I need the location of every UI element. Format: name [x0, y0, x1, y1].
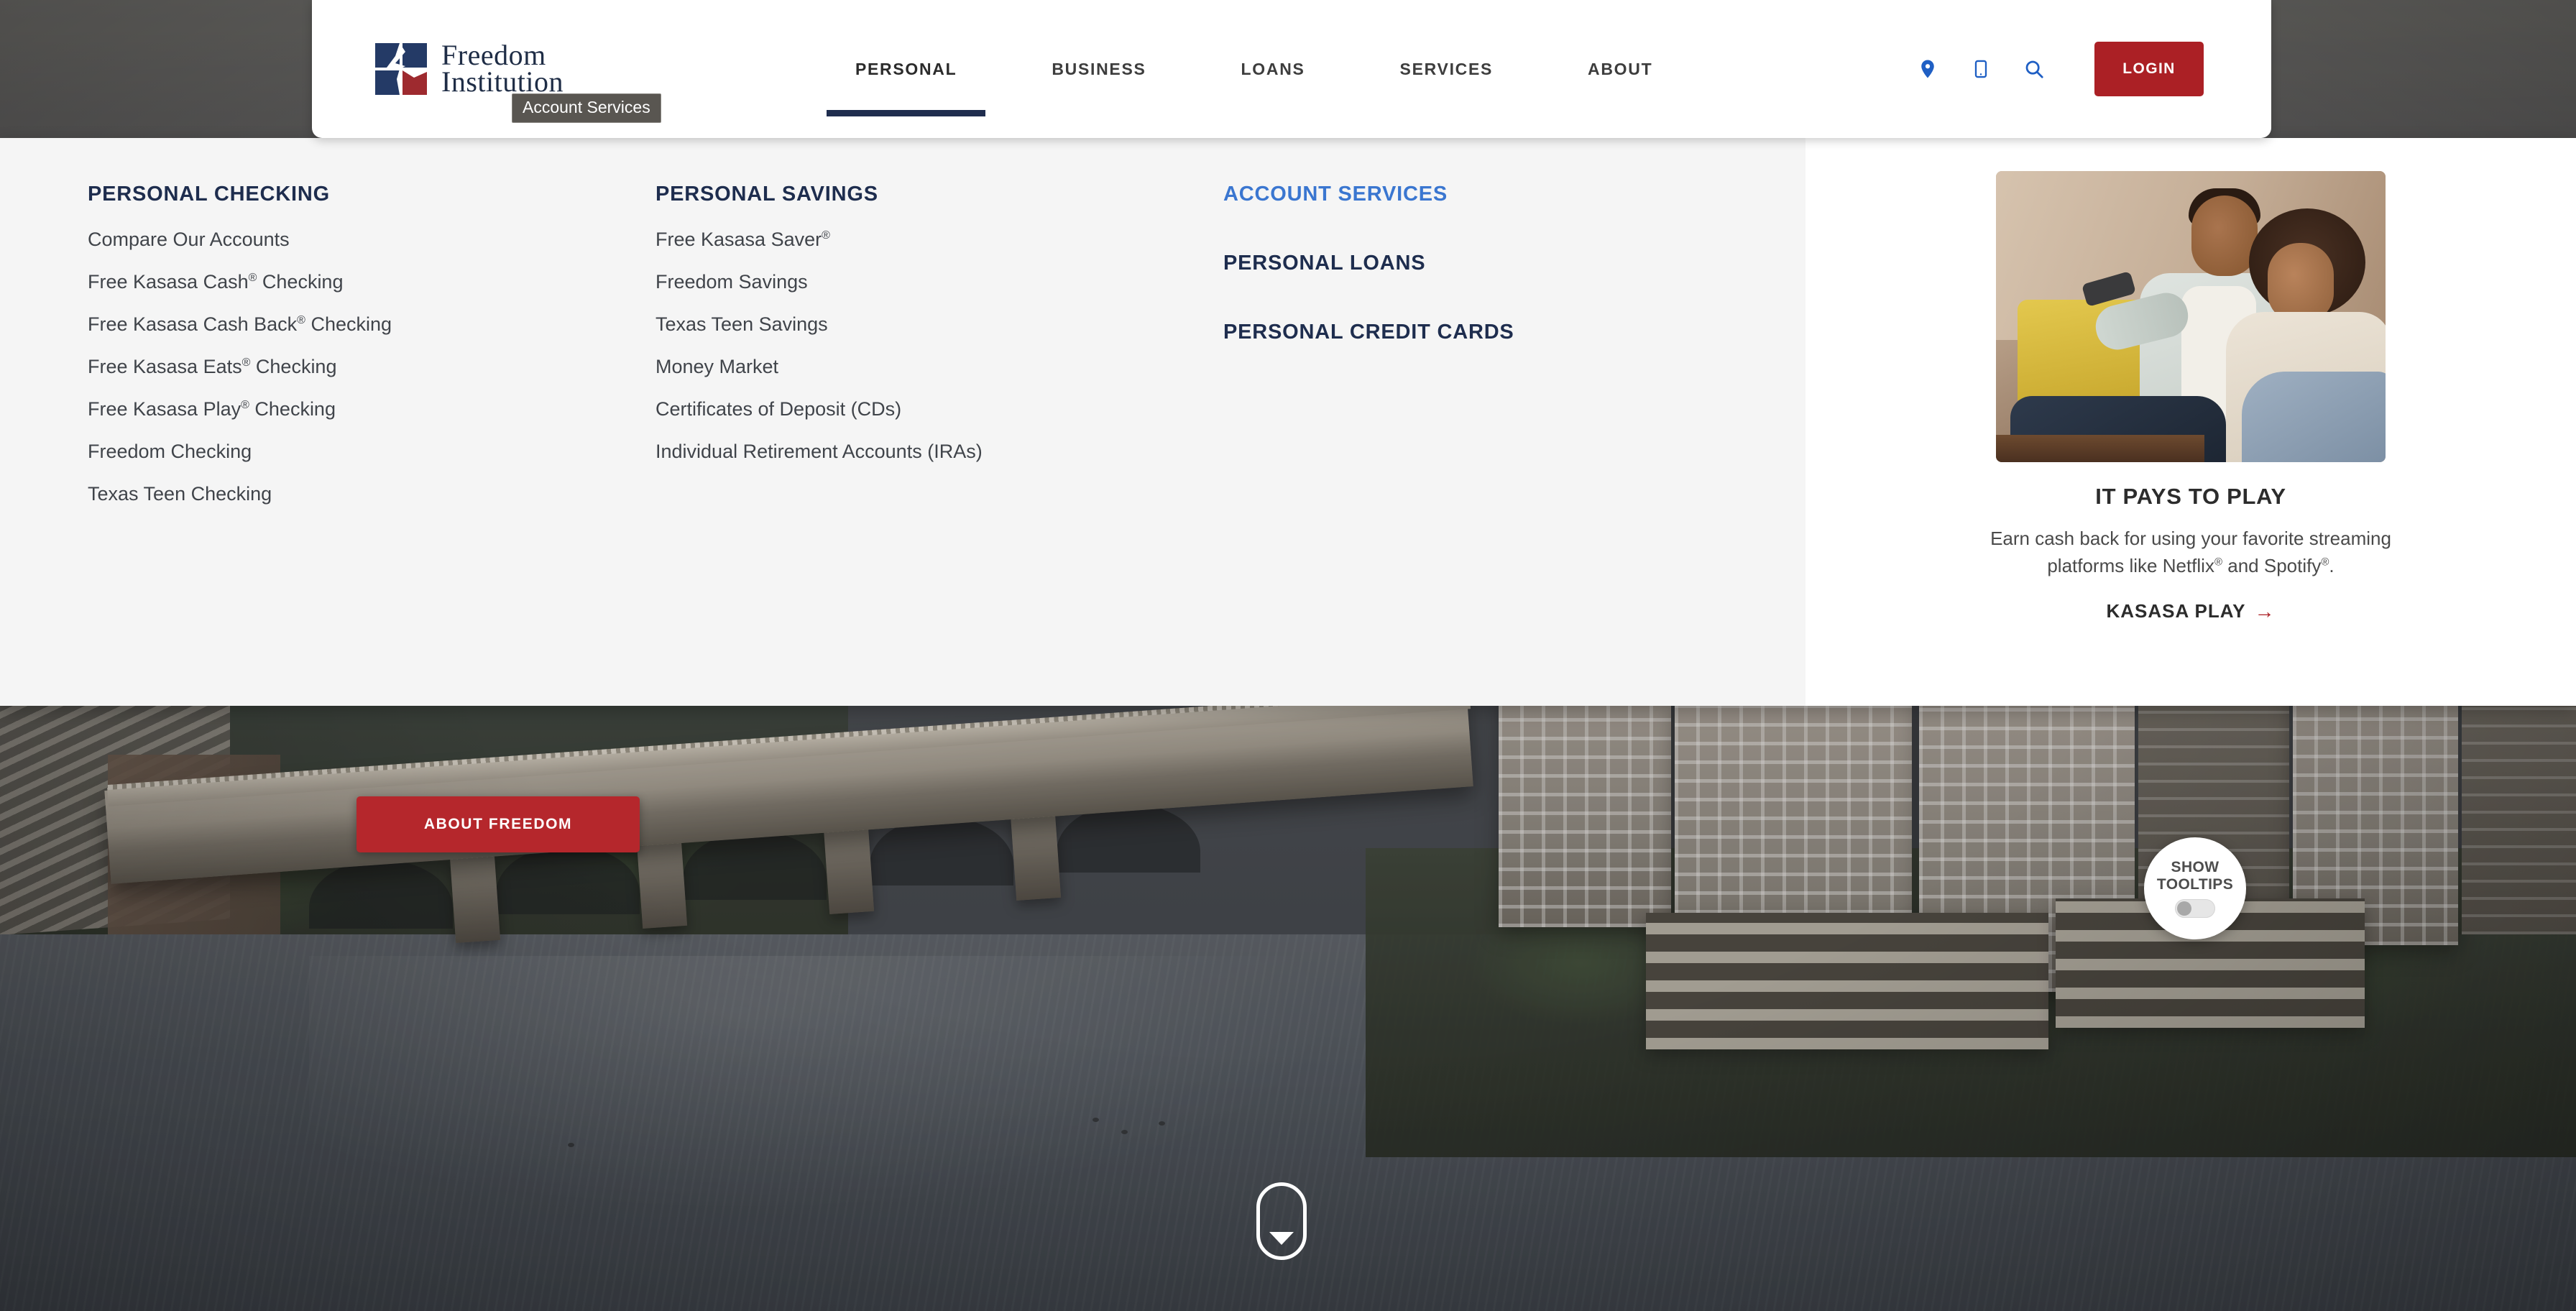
scroll-down-indicator[interactable]	[1256, 1182, 1307, 1260]
promo-body-line3-post: .	[2329, 554, 2334, 576]
promo-image-man-head	[2191, 196, 2258, 276]
menu-link-texas-teen-checking[interactable]: Texas Teen Checking	[88, 484, 656, 504]
freedom-institution-logo-icon	[374, 42, 428, 96]
mobile-phone-icon[interactable]	[1966, 55, 1995, 83]
promo-body-line3-pre: Spotify	[2263, 554, 2322, 576]
mega-menu-column-groups: ACCOUNT SERVICES PERSONAL LOANS PERSONAL…	[1223, 183, 1683, 706]
menu-link-text: Free Kasasa Eats	[88, 356, 242, 377]
registered-mark: ®	[241, 399, 249, 411]
main-navigation: PERSONAL BUSINESS LOANS SERVICES ABOUT	[808, 0, 1700, 138]
location-pin-icon[interactable]	[1913, 55, 1942, 83]
column-heading-personal-checking[interactable]: PERSONAL CHECKING	[88, 183, 656, 206]
menu-link-text: Free Kasasa Cash	[88, 271, 249, 293]
menu-link-text: Compare Our Accounts	[88, 229, 290, 250]
menu-link-freedom-savings[interactable]: Freedom Savings	[656, 272, 1223, 292]
arrow-right-icon: →	[2254, 599, 2276, 622]
show-tooltips-label-line1: SHOW	[2171, 859, 2220, 876]
menu-link-free-kasasa-saver[interactable]: Free Kasasa Saver®	[656, 230, 1223, 249]
mega-menu-promo-panel: IT PAYS TO PLAY Earn cash back for using…	[1806, 138, 2576, 706]
nav-item-loans[interactable]: LOANS	[1213, 0, 1334, 138]
page-root: and can do the most good. ABOUT FREEDOM …	[0, 0, 2576, 1311]
registered-mark: ®	[2214, 556, 2223, 569]
menu-link-free-kasasa-cash-checking[interactable]: Free Kasasa Cash® Checking	[88, 272, 656, 292]
registered-mark: ®	[2321, 556, 2329, 569]
show-tooltips-widget[interactable]: SHOW TOOLTIPS	[2144, 837, 2246, 939]
login-button[interactable]: LOGIN	[2094, 42, 2204, 96]
mega-menu-links-area: PERSONAL CHECKING Compare Our Accounts F…	[0, 138, 1806, 706]
registered-mark: ®	[297, 314, 305, 326]
promo-image-couple-on-couch	[1996, 171, 2386, 462]
menu-link-text: Texas Teen Checking	[88, 483, 272, 505]
menu-link-freedom-checking[interactable]: Freedom Checking	[88, 442, 656, 461]
nav-item-business[interactable]: BUSINESS	[1023, 0, 1174, 138]
show-tooltips-toggle[interactable]	[2175, 898, 2215, 918]
menu-link-text: Individual Retirement Accounts (IRAs)	[656, 441, 983, 462]
hover-tooltip: Account Services	[512, 93, 661, 123]
chevron-down-icon	[1269, 1232, 1294, 1245]
menu-link-text: Freedom Savings	[656, 271, 808, 293]
menu-link-tail: Checking	[249, 398, 336, 420]
menu-link-free-kasasa-eats-checking[interactable]: Free Kasasa Eats® Checking	[88, 357, 656, 377]
mega-menu-column-personal-savings: PERSONAL SAVINGS Free Kasasa Saver® Free…	[656, 183, 1223, 706]
menu-link-text: Texas Teen Savings	[656, 313, 828, 335]
menu-link-tail: Checking	[250, 356, 337, 377]
promo-image-blanket	[2242, 372, 2386, 462]
toggle-knob	[2177, 901, 2191, 916]
menu-link-texas-teen-savings[interactable]: Texas Teen Savings	[656, 315, 1223, 334]
promo-title: IT PAYS TO PLAY	[2095, 484, 2286, 509]
menu-link-individual-retirement-accounts[interactable]: Individual Retirement Accounts (IRAs)	[656, 442, 1223, 461]
menu-link-free-kasasa-cash-back-checking[interactable]: Free Kasasa Cash Back® Checking	[88, 315, 656, 334]
promo-body-text: Earn cash back for using your favorite s…	[1979, 525, 2403, 580]
promo-cta-label: KASASA PLAY	[2106, 600, 2246, 622]
search-icon[interactable]	[2020, 55, 2048, 83]
column-heading-personal-savings[interactable]: PERSONAL SAVINGS	[656, 183, 1223, 206]
registered-mark: ®	[822, 229, 830, 242]
menu-link-text: Free Kasasa Cash Back	[88, 313, 298, 335]
mega-menu-column-personal-checking: PERSONAL CHECKING Compare Our Accounts F…	[88, 183, 656, 706]
site-logo-text: Freedom Institution	[441, 41, 564, 98]
promo-body-line1: Earn cash back for using your favorite	[1990, 528, 2304, 549]
promo-image-woman-head	[2268, 243, 2334, 322]
show-tooltips-label-line2: TOOLTIPS	[2156, 876, 2234, 893]
menu-group-link-account-services[interactable]: ACCOUNT SERVICES	[1223, 183, 1683, 206]
about-freedom-button[interactable]: ABOUT FREEDOM	[356, 796, 640, 852]
menu-link-tail: Checking	[257, 271, 344, 293]
menu-link-text: Money Market	[656, 356, 779, 377]
menu-link-text: Freedom Checking	[88, 441, 252, 462]
nav-item-about[interactable]: ABOUT	[1559, 0, 1681, 138]
menu-group-link-personal-credit-cards[interactable]: PERSONAL CREDIT CARDS	[1223, 321, 1683, 344]
menu-link-free-kasasa-play-checking[interactable]: Free Kasasa Play® Checking	[88, 400, 656, 419]
menu-link-tail: Checking	[305, 313, 392, 335]
promo-body-line2-post: and	[2222, 554, 2259, 576]
mega-menu-panel: PERSONAL CHECKING Compare Our Accounts F…	[0, 138, 2576, 706]
menu-link-text: Free Kasasa Saver	[656, 229, 822, 250]
menu-link-compare-our-accounts[interactable]: Compare Our Accounts	[88, 230, 656, 249]
nav-item-services[interactable]: SERVICES	[1371, 0, 1522, 138]
registered-mark: ®	[242, 356, 251, 369]
menu-link-text: Certificates of Deposit (CDs)	[656, 398, 902, 420]
utility-navigation: LOGIN	[1889, 42, 2204, 96]
menu-link-certificates-of-deposit[interactable]: Certificates of Deposit (CDs)	[656, 400, 1223, 419]
registered-mark: ®	[248, 272, 257, 284]
promo-cta-kasasa-play[interactable]: KASASA PLAY →	[2106, 600, 2275, 623]
menu-link-text: Free Kasasa Play	[88, 398, 242, 420]
menu-group-link-personal-loans[interactable]: PERSONAL LOANS	[1223, 252, 1683, 275]
promo-image-table	[1996, 435, 2204, 462]
logo-line-2: Institution	[441, 65, 564, 98]
site-logo[interactable]: Freedom Institution	[374, 41, 564, 98]
menu-link-money-market[interactable]: Money Market	[656, 357, 1223, 377]
nav-item-personal[interactable]: PERSONAL	[826, 0, 986, 138]
